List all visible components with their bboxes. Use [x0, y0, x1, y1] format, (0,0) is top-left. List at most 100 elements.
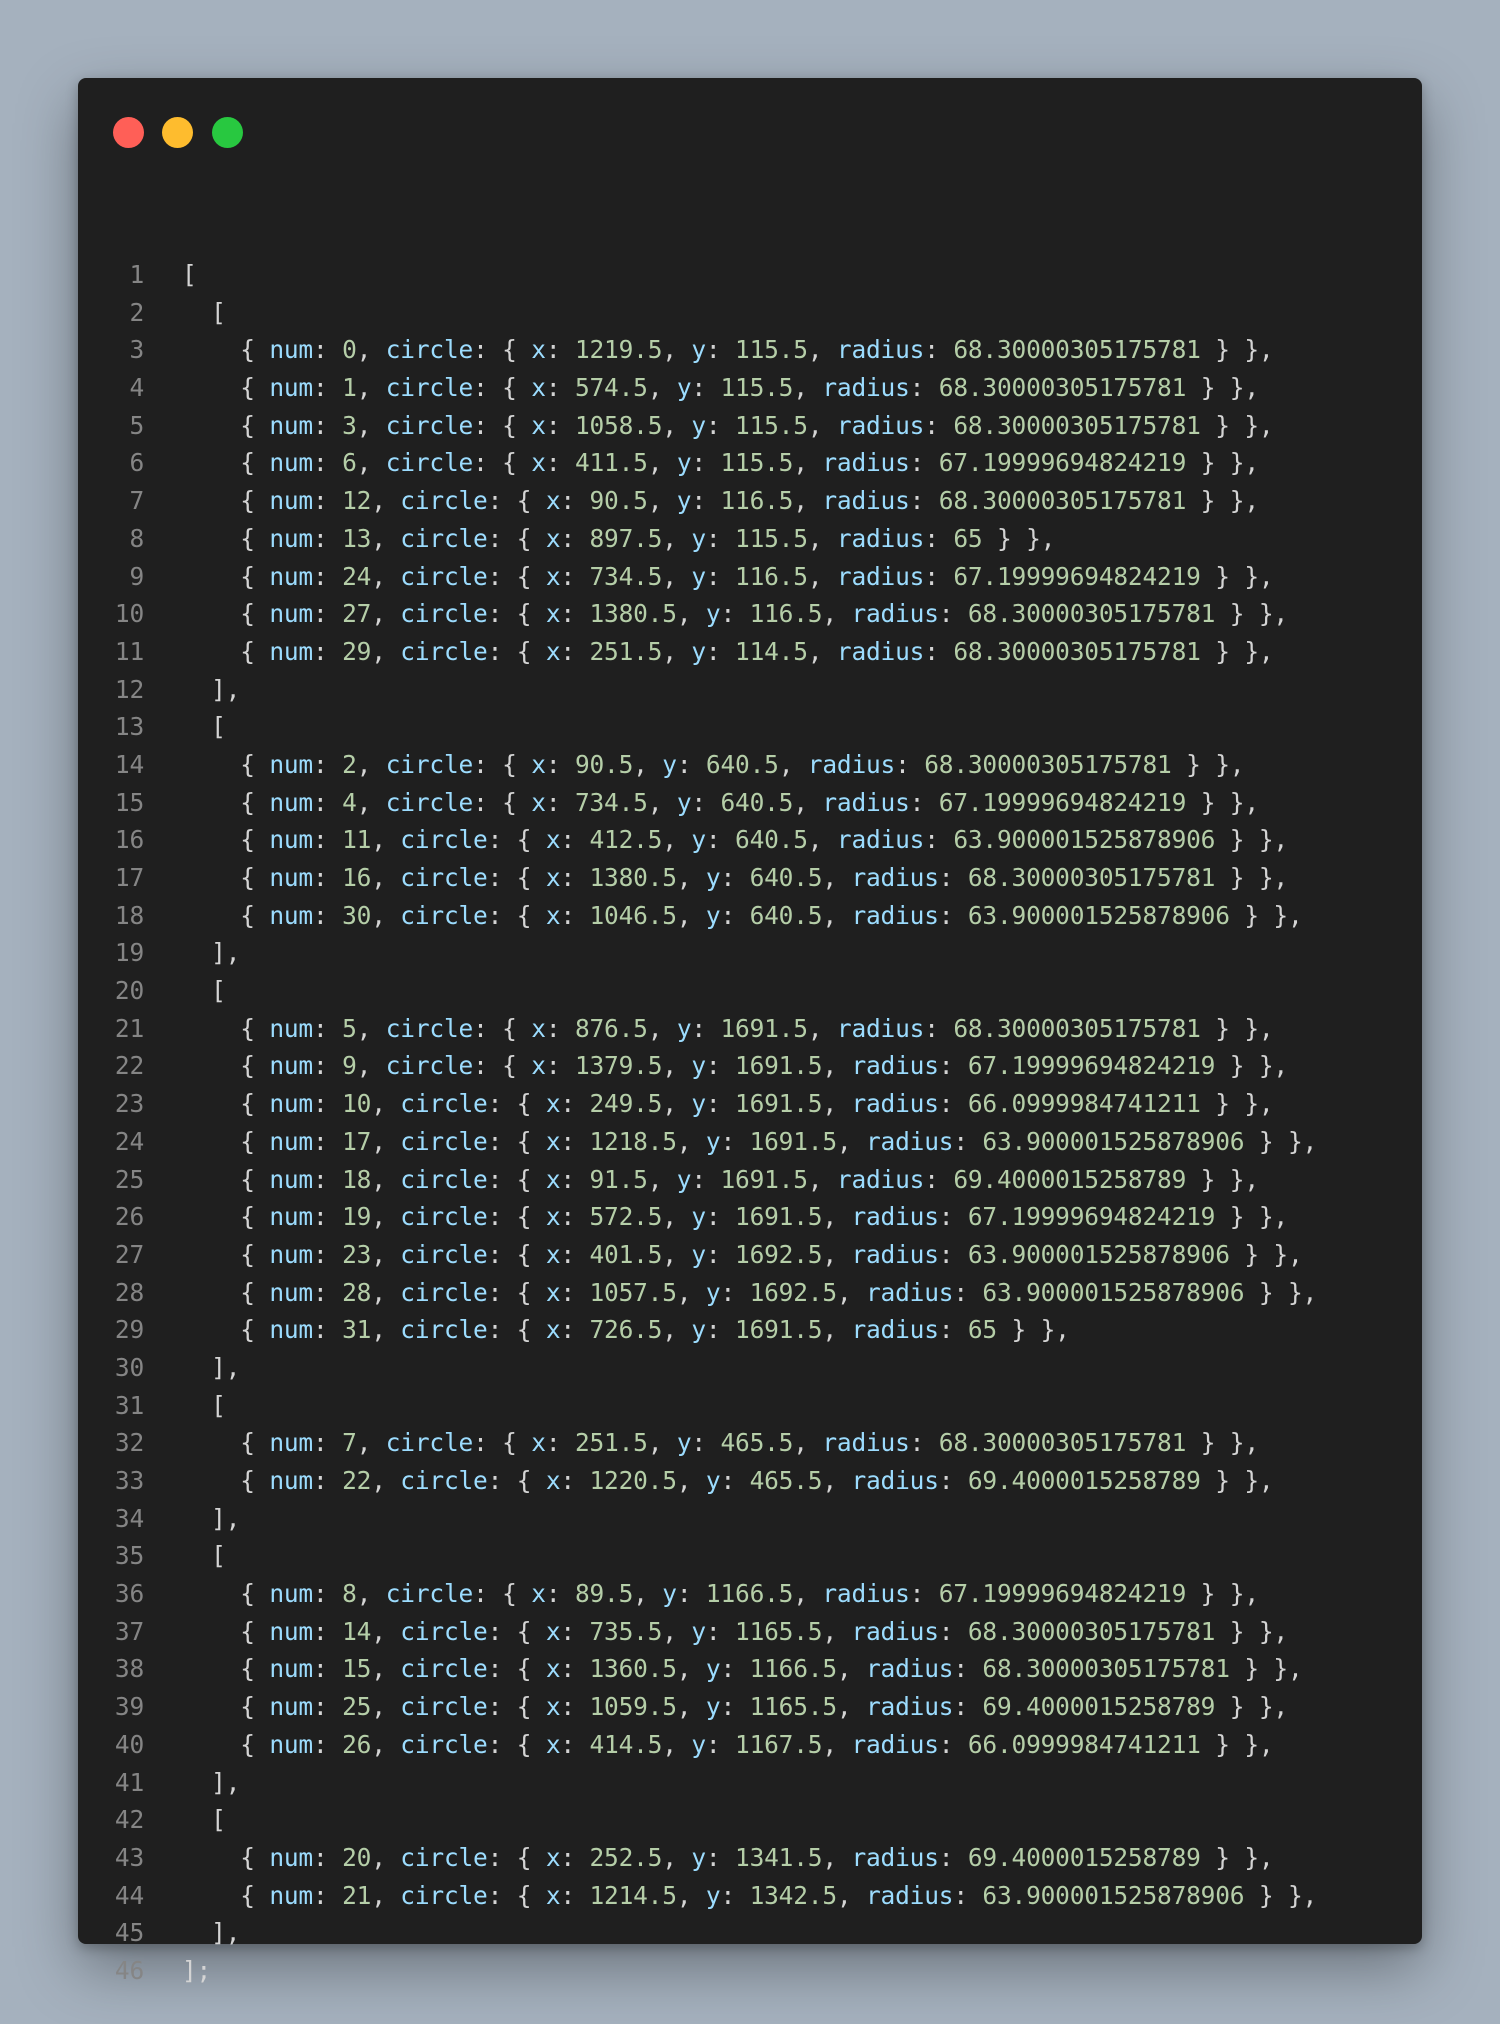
code-punctuation: } }, [1200, 1842, 1274, 1872]
code-text: [ [182, 1537, 226, 1575]
code-punctuation: , [676, 863, 706, 892]
code-number: 1691.5 [735, 1315, 823, 1345]
close-window-button[interactable] [113, 117, 144, 148]
code-punctuation: , [807, 410, 837, 440]
code-punctuation: : [312, 561, 343, 591]
code-number: 67.19999694824219 [967, 1051, 1216, 1081]
code-punctuation: : [312, 1692, 343, 1722]
code-punctuation: , [836, 1126, 866, 1156]
code-punctuation: : [312, 1126, 343, 1156]
code-punctuation: : { [487, 1616, 546, 1646]
code-punctuation: : [560, 561, 590, 591]
code-punctuation: : [705, 1842, 736, 1872]
line-number: 42 [114, 1805, 144, 1835]
code-punctuation: { [182, 1315, 270, 1345]
code-punctuation: , [371, 561, 401, 591]
code-number: 1691.5 [735, 1089, 823, 1119]
code-text: { num: 30, circle: { x: 1046.5, y: 640.5… [182, 897, 1303, 935]
code-number: 640.5 [749, 900, 823, 930]
code-punctuation: : [720, 1466, 750, 1495]
line-number: 3 [129, 335, 144, 365]
code-key: radius [851, 599, 939, 629]
code-punctuation: { [182, 1164, 270, 1194]
code-punctuation: , [371, 486, 401, 516]
code-key: x [545, 1880, 561, 1910]
code-number: 66.0999984741211 [967, 1089, 1201, 1119]
code-punctuation: : [938, 1315, 968, 1345]
code-number: 2 [342, 749, 357, 779]
code-line: 33 { num: 22, circle: { x: 1220.5, y: 46… [78, 1462, 1274, 1500]
code-punctuation: , [836, 1880, 866, 1910]
line-number: 28 [114, 1277, 144, 1307]
code-punctuation: , [676, 1692, 706, 1722]
code-punctuation: : [720, 1880, 750, 1910]
line-number: 21 [114, 1013, 144, 1043]
line-number: 9 [129, 561, 144, 591]
code-number: 412.5 [589, 825, 663, 855]
code-key: y [691, 1239, 706, 1269]
code-text: { num: 1, circle: { x: 574.5, y: 115.5, … [182, 369, 1259, 407]
code-text: ]; [182, 1952, 211, 1990]
code-key: x [531, 787, 546, 817]
code-punctuation: : [312, 335, 343, 365]
code-number: 1691.5 [720, 1164, 808, 1194]
code-punctuation: : [312, 787, 343, 817]
code-punctuation: : [312, 1202, 343, 1232]
code-number: 115.5 [735, 335, 808, 365]
code-punctuation: : { [487, 1089, 546, 1119]
code-punctuation: : { [487, 599, 546, 629]
code-punctuation: , [807, 1164, 837, 1194]
code-number: 14 [342, 1616, 372, 1646]
code-number: 12 [342, 486, 372, 516]
code-line: 27 { num: 23, circle: { x: 401.5, y: 169… [78, 1236, 1303, 1274]
code-number: 1380.5 [589, 863, 677, 892]
code-key: y [662, 1579, 677, 1609]
code-key: x [545, 1692, 561, 1722]
code-key: x [545, 1729, 561, 1759]
code-punctuation: , [371, 636, 401, 666]
code-key: y [691, 636, 706, 666]
code-key: y [676, 787, 692, 817]
code-punctuation: , [647, 448, 677, 478]
code-number: 897.5 [589, 523, 663, 553]
maximize-window-button[interactable] [212, 117, 243, 148]
code-punctuation: { [182, 561, 270, 591]
code-punctuation: { [182, 787, 270, 817]
code-key: radius [836, 1013, 925, 1043]
code-punctuation: , [676, 900, 706, 930]
code-number: 69.4000015258789 [967, 1842, 1201, 1872]
code-line: 10 { num: 27, circle: { x: 1380.5, y: 11… [78, 595, 1288, 633]
code-number: 116.5 [735, 561, 808, 591]
code-punctuation: : [312, 1616, 343, 1646]
code-key: num [269, 1466, 313, 1495]
code-punctuation: , [807, 825, 837, 855]
code-punctuation: : [560, 1654, 590, 1684]
code-key: circle [400, 1692, 488, 1722]
code-number: 4 [342, 787, 357, 817]
code-punctuation: , [793, 1428, 823, 1458]
code-punctuation: : [312, 1013, 343, 1043]
code-punctuation: : [312, 1579, 343, 1609]
code-punctuation: : [938, 863, 968, 892]
code-number: 24 [342, 561, 372, 591]
code-punctuation: , [836, 1654, 866, 1684]
code-text: ], [182, 671, 240, 709]
line-number: 26 [114, 1202, 144, 1232]
code-punctuation: : [691, 1013, 721, 1043]
line-number: 45 [114, 1918, 144, 1948]
code-key: circle [400, 900, 488, 930]
code-punctuation: [ [182, 297, 226, 327]
code-key: circle [400, 863, 488, 892]
code-key: y [691, 335, 706, 365]
code-key: x [545, 523, 561, 553]
code-key: radius [851, 1729, 939, 1759]
code-number: 69.4000015258789 [982, 1692, 1216, 1722]
code-key: x [545, 1315, 561, 1345]
code-punctuation: : [938, 1616, 968, 1646]
code-number: 116.5 [749, 599, 823, 629]
code-punctuation: , [807, 335, 837, 365]
code-punctuation: : { [487, 1202, 546, 1232]
code-punctuation: : [953, 1692, 983, 1722]
minimize-window-button[interactable] [162, 117, 193, 148]
code-punctuation: : [560, 1164, 590, 1194]
